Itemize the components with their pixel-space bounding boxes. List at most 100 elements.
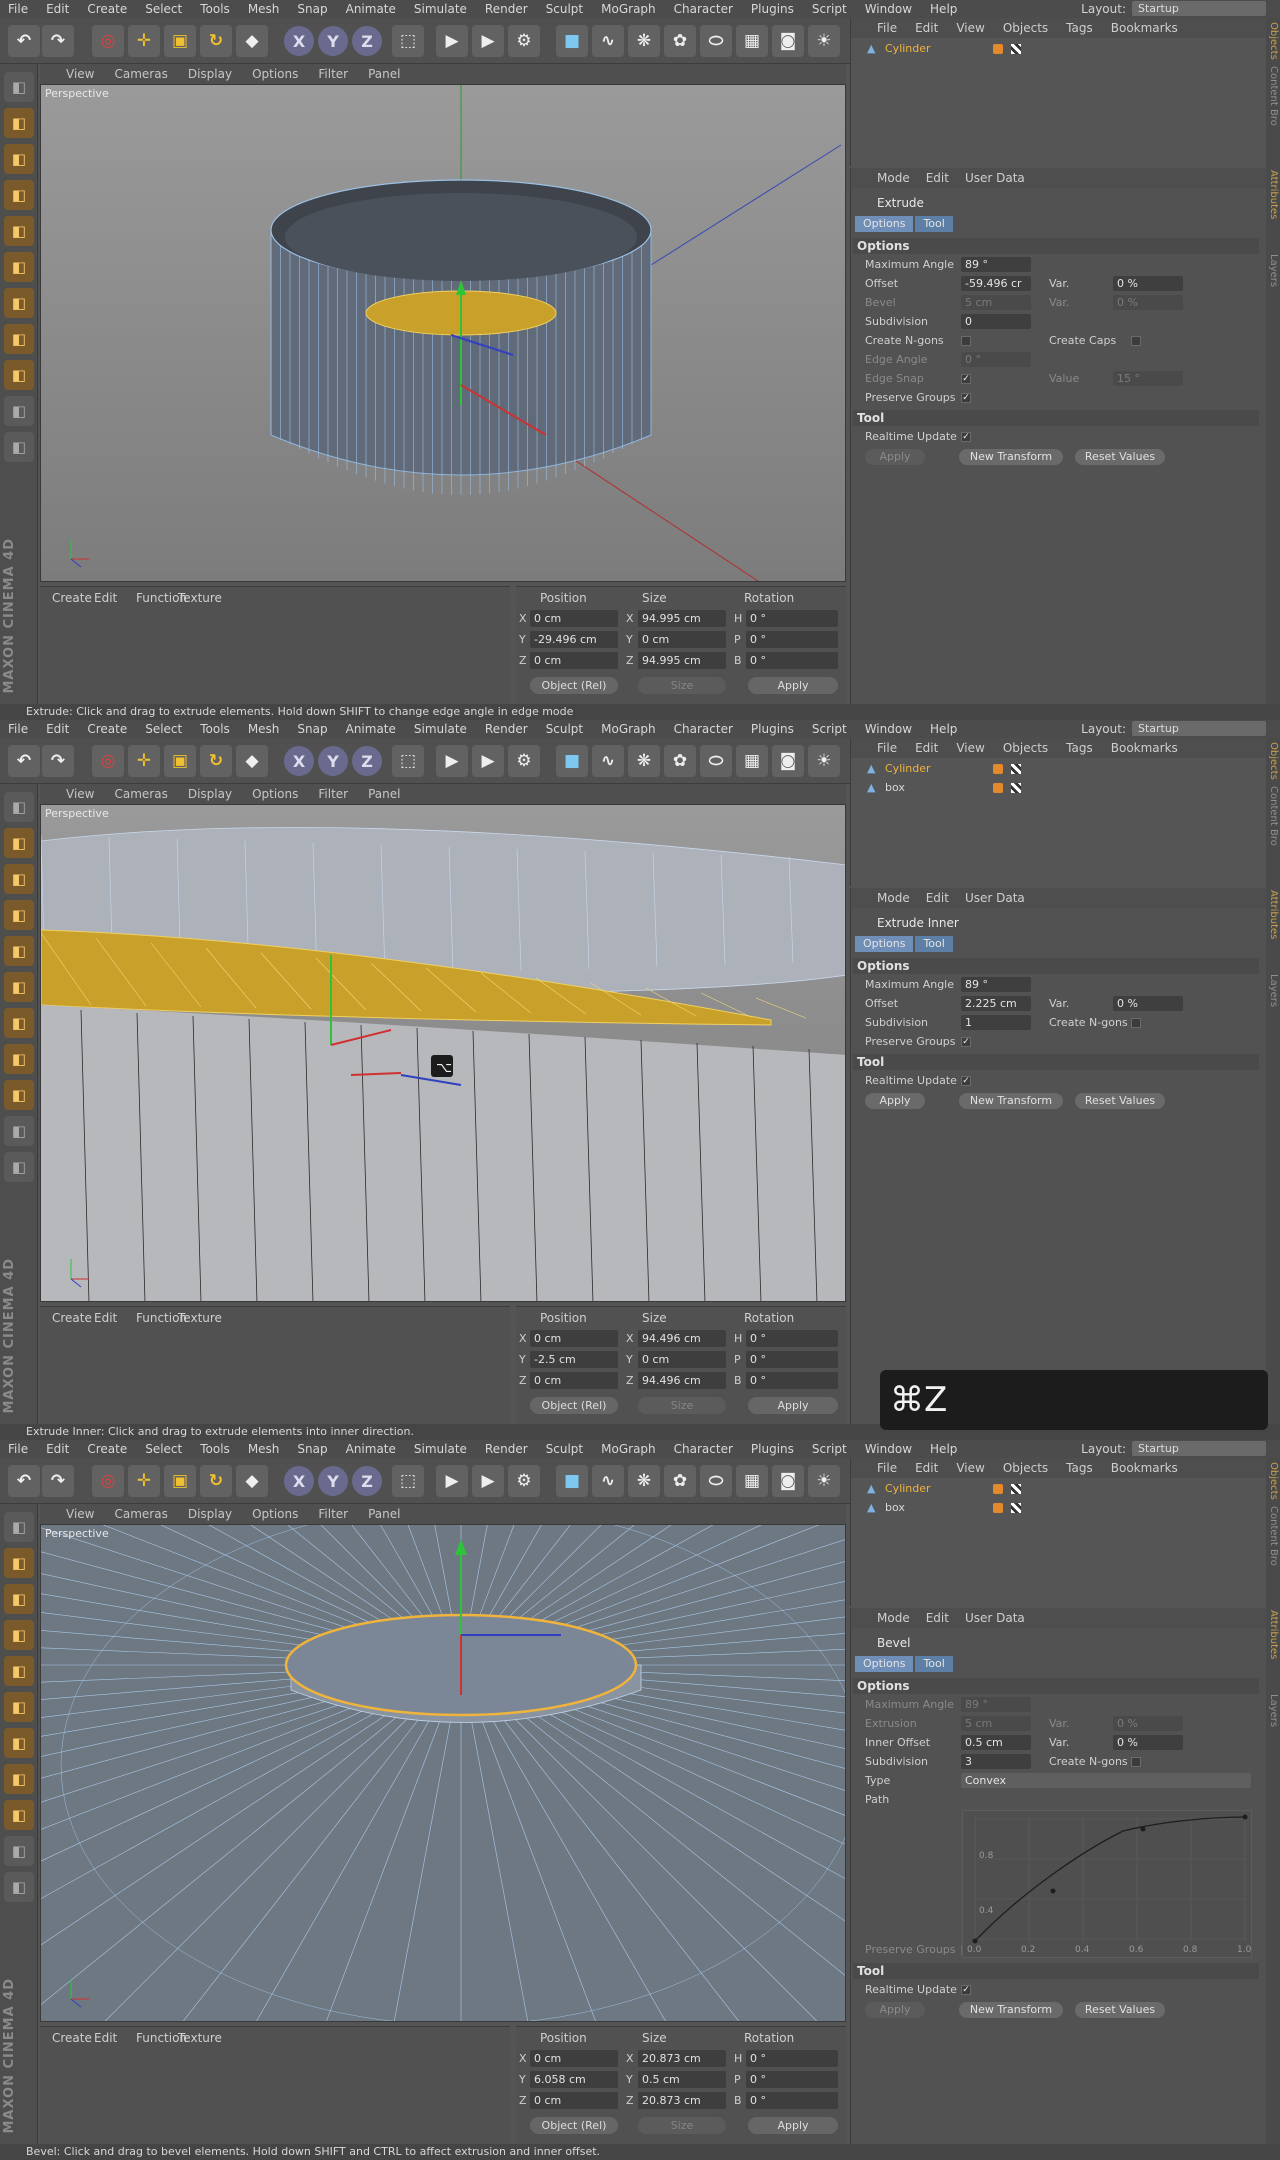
move-icon[interactable]: ✛ (128, 25, 160, 57)
lock-icon[interactable]: ◧ (4, 1872, 34, 1902)
rotate-icon[interactable]: ↻ (200, 745, 232, 777)
object-row-box[interactable]: ▲ box (861, 1499, 1251, 1517)
object-menu-bookmarks[interactable]: Bookmarks (1111, 1461, 1178, 1475)
live-selection-icon[interactable]: ◎ (92, 25, 124, 57)
texture-mode-icon[interactable]: ◧ (4, 144, 34, 174)
side-tab-attributes[interactable]: Attributes (1267, 170, 1279, 219)
menu-plugins[interactable]: Plugins (751, 2, 794, 16)
attr-menu-user-data[interactable]: User Data (965, 171, 1025, 185)
position-y-field[interactable]: -29.496 cm (530, 631, 618, 648)
menu-plugins[interactable]: Plugins (751, 1442, 794, 1456)
menu-simulate[interactable]: Simulate (414, 722, 467, 736)
prop-value-field[interactable]: 0 ° (961, 352, 1031, 367)
rotation-b-field[interactable]: 0 ° (746, 1372, 838, 1389)
coord-size-select[interactable]: Size (638, 677, 726, 694)
object-menu-view[interactable]: View (956, 741, 984, 755)
menu-mograph[interactable]: MoGraph (601, 722, 656, 736)
viewport-menu-view[interactable]: View (66, 67, 94, 81)
menu-animate[interactable]: Animate (346, 722, 396, 736)
render-settings-icon[interactable]: ⚙ (508, 25, 540, 57)
menu-file[interactable]: File (8, 2, 28, 16)
menu-window[interactable]: Window (865, 1442, 912, 1456)
menu-render[interactable]: Render (485, 1442, 528, 1456)
prop-checkbox[interactable]: ✓ (961, 1037, 971, 1047)
subdivision-icon[interactable]: ❋ (628, 1465, 660, 1497)
coord-mode-select[interactable]: Object (Rel) (530, 2117, 618, 2134)
menu-script[interactable]: Script (812, 1442, 847, 1456)
material-menu-edit[interactable]: Edit (94, 2031, 117, 2045)
coordinate-system-icon[interactable]: ⬚ (392, 745, 424, 777)
workplane-icon[interactable]: ◧ (4, 180, 34, 210)
x-axis-icon[interactable]: X (284, 746, 314, 776)
tab-options[interactable]: Options (855, 1656, 914, 1672)
redo-icon[interactable]: ↷ (42, 1465, 74, 1497)
side-tab-layers[interactable]: Layers (1267, 254, 1279, 287)
x-axis-icon[interactable]: X (284, 1466, 314, 1496)
menu-tools[interactable]: Tools (200, 1442, 230, 1456)
layout-select[interactable]: Startup (1132, 721, 1266, 736)
prop-value-field[interactable]: 3 (961, 1754, 1031, 1769)
points-mode-icon[interactable]: ◧ (4, 936, 34, 966)
side-tab-attributes[interactable]: Attributes (1267, 890, 1279, 939)
object-menu-file[interactable]: File (877, 1461, 897, 1475)
size-y-field[interactable]: 0.5 cm (638, 2071, 726, 2088)
viewport-menu-filter[interactable]: Filter (318, 1507, 348, 1521)
model-mode-icon[interactable]: ◧ (4, 1548, 34, 1578)
y-axis-icon[interactable]: Y (318, 746, 348, 776)
menu-edit[interactable]: Edit (46, 722, 69, 736)
layout-select[interactable]: Startup (1132, 1, 1266, 16)
grid-icon[interactable]: ◧ (4, 396, 34, 426)
menu-render[interactable]: Render (485, 2, 528, 16)
size-y-field[interactable]: 0 cm (638, 1351, 726, 1368)
side-tab-layers[interactable]: Layers (1267, 1694, 1279, 1727)
viewport-menu-cameras[interactable]: Cameras (114, 787, 167, 801)
redo-icon[interactable]: ↷ (42, 25, 74, 57)
viewport-menu-cameras[interactable]: Cameras (114, 67, 167, 81)
live-selection-icon[interactable]: ◎ (92, 1465, 124, 1497)
material-menu-texture[interactable]: Texture (178, 1311, 222, 1325)
coordinate-system-icon[interactable]: ⬚ (392, 25, 424, 57)
menu-select[interactable]: Select (145, 1442, 182, 1456)
rotation-b-field[interactable]: 0 ° (746, 652, 838, 669)
coord-mode-select[interactable]: Object (Rel) (530, 1397, 618, 1414)
attr-menu-edit[interactable]: Edit (926, 891, 949, 905)
grid-icon[interactable]: ◧ (4, 1116, 34, 1146)
polygons-mode-icon[interactable]: ◧ (4, 1008, 34, 1038)
type-select[interactable]: Convex (961, 1773, 1251, 1788)
viewport-menu-filter[interactable]: Filter (318, 787, 348, 801)
menu-sculpt[interactable]: Sculpt (546, 722, 583, 736)
points-mode-icon[interactable]: ◧ (4, 1656, 34, 1686)
camera-icon[interactable]: ◙ (772, 745, 804, 777)
attr-menu-user-data[interactable]: User Data (965, 1611, 1025, 1625)
object-menu-edit[interactable]: Edit (915, 1461, 938, 1475)
viewport-menu-display[interactable]: Display (188, 787, 232, 801)
menu-character[interactable]: Character (674, 2, 733, 16)
object-row-cylinder[interactable]: ▲ Cylinder (861, 40, 1251, 58)
rotation-p-field[interactable]: 0 ° (746, 631, 838, 648)
spline-icon[interactable]: ∿ (592, 1465, 624, 1497)
menu-window[interactable]: Window (865, 722, 912, 736)
menu-mesh[interactable]: Mesh (248, 722, 280, 736)
object-menu-bookmarks[interactable]: Bookmarks (1111, 21, 1178, 35)
viewport-menu-display[interactable]: Display (188, 67, 232, 81)
position-x-field[interactable]: 0 cm (530, 2050, 618, 2067)
prop-value-field[interactable]: 0.5 cm (961, 1735, 1031, 1750)
object-menu-edit[interactable]: Edit (915, 741, 938, 755)
viewport-menu-filter[interactable]: Filter (318, 67, 348, 81)
recent-tool-icon[interactable]: ◆ (236, 745, 268, 777)
new-transform-button[interactable]: New Transform (959, 449, 1063, 465)
bevel-path-graph[interactable]: 0.0 0.2 0.4 0.6 0.8 1.0 0.8 0.4 (962, 1810, 1252, 1958)
viewport-menu-panel[interactable]: Panel (368, 1507, 400, 1521)
new-transform-button[interactable]: New Transform (959, 2002, 1063, 2018)
menu-help[interactable]: Help (930, 2, 957, 16)
object-row-cylinder[interactable]: ▲ Cylinder (861, 1480, 1251, 1498)
make-editable-icon[interactable]: ◧ (4, 792, 34, 822)
cube-icon[interactable]: ■ (556, 25, 588, 57)
subdivision-icon[interactable]: ❋ (628, 25, 660, 57)
snap-icon[interactable]: ◧ (4, 1800, 34, 1830)
render-settings-icon[interactable]: ⚙ (508, 1465, 540, 1497)
menu-window[interactable]: Window (865, 2, 912, 16)
z-axis-icon[interactable]: Z (352, 746, 382, 776)
rotation-h-field[interactable]: 0 ° (746, 610, 838, 627)
prop-value-field[interactable]: 1 (961, 1015, 1031, 1030)
